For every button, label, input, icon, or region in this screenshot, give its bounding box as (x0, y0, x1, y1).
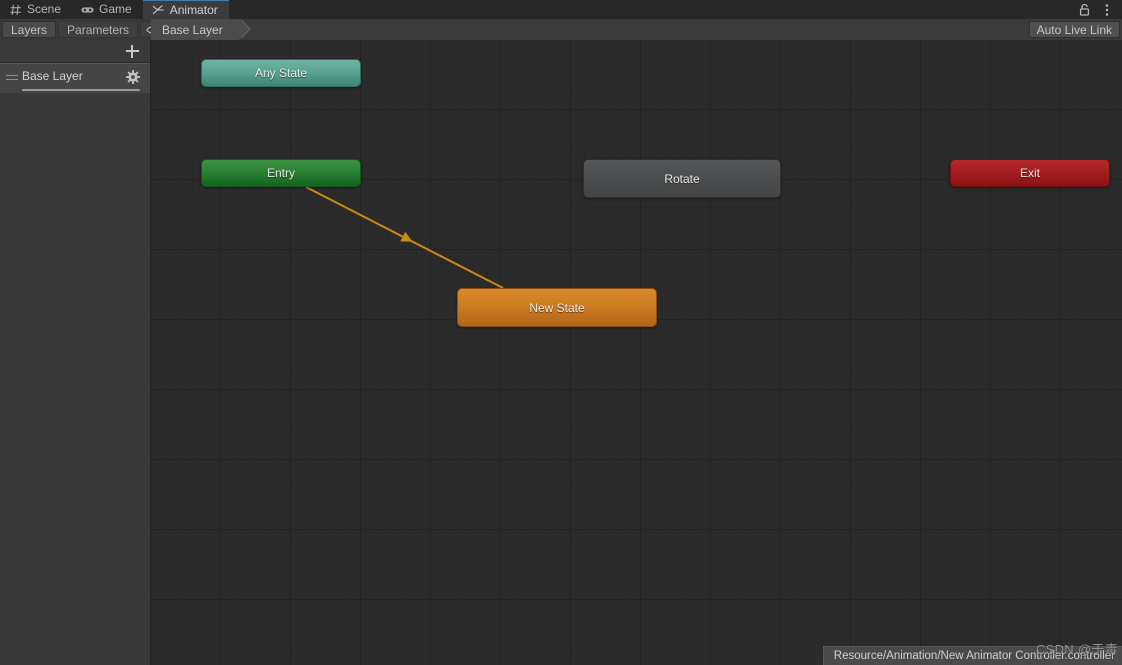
asset-path-label: Resource/Animation/New Animator Controll… (833, 650, 1115, 662)
animator-toolbar: Layers Parameters Base Layer Auto Live L… (0, 19, 1122, 40)
lock-icon[interactable] (1078, 3, 1091, 17)
breadcrumb[interactable]: Base Layer (151, 19, 251, 40)
drag-handle-icon[interactable] (6, 75, 18, 81)
asset-path-bar: Resource/Animation/New Animator Controll… (822, 646, 1122, 665)
animator-window: Scene Game Animator Layers Parameters Ba… (0, 0, 1122, 665)
layer-weight-bar[interactable] (22, 89, 140, 91)
animator-node-icon (152, 4, 165, 17)
tab-strip-spacer (229, 0, 1078, 19)
grid-icon (9, 3, 22, 16)
transitions-layer (305, 186, 504, 289)
layers-panel-empty-area (0, 93, 150, 665)
kebab-menu-icon[interactable] (1100, 3, 1113, 17)
layers-panel: Base Layer (0, 40, 151, 665)
layer-name-label: Base Layer (22, 69, 83, 83)
tab-scene[interactable]: Scene (0, 0, 72, 19)
state-node-entry[interactable]: Entry (201, 159, 361, 187)
transition-entry-to-new-state (305, 186, 504, 289)
gamepad-icon (81, 3, 94, 16)
state-node-label: New State (529, 300, 585, 315)
breadcrumb-bar: Base Layer Auto Live Link (151, 19, 1122, 40)
tab-game-label: Game (99, 2, 132, 16)
state-node-label: Rotate (664, 171, 700, 186)
plus-icon[interactable] (124, 43, 140, 59)
state-node-any-state[interactable]: Any State (201, 59, 361, 87)
tab-game[interactable]: Game (72, 0, 143, 19)
window-controls (1078, 0, 1122, 19)
tab-parameters[interactable]: Parameters (58, 21, 139, 38)
tab-animator[interactable]: Animator (142, 0, 229, 19)
state-node-label: Exit (1019, 166, 1040, 180)
state-node-label: Entry (266, 166, 295, 180)
layer-list-item-base-layer[interactable]: Base Layer (0, 63, 150, 95)
window-tab-strip: Scene Game Animator (0, 0, 1122, 19)
tab-animator-label: Animator (169, 2, 218, 17)
auto-live-link-button[interactable]: Auto Live Link (1028, 21, 1120, 38)
gear-icon[interactable] (126, 70, 140, 84)
animator-toolbar-left: Layers Parameters (0, 19, 168, 40)
layer-add-row (0, 40, 150, 63)
state-node-label: Any State (254, 66, 308, 80)
tab-layers[interactable]: Layers (2, 21, 57, 38)
state-node-new-state[interactable]: New State (457, 288, 657, 327)
animator-state-graph[interactable]: Any State Entry Rotate Exit New State (151, 40, 1122, 665)
state-node-rotate[interactable]: Rotate (583, 159, 781, 198)
tab-scene-label: Scene (27, 2, 62, 16)
state-node-exit[interactable]: Exit (950, 159, 1110, 187)
